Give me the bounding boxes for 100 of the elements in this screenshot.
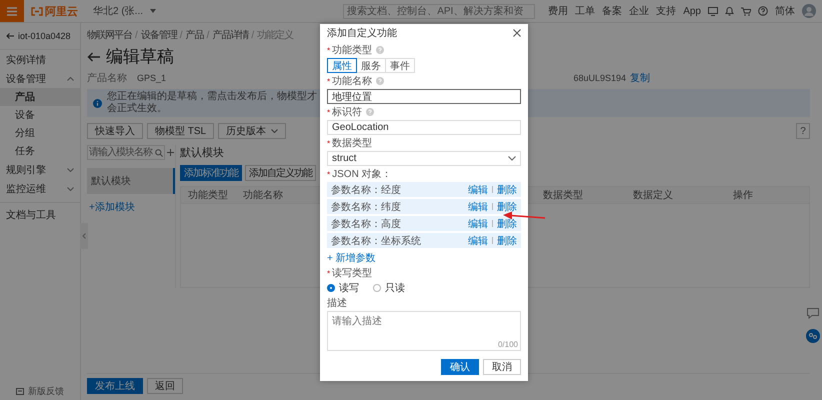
module-search-field[interactable]: 请输入模块名称 (87, 145, 165, 160)
close-icon[interactable] (513, 29, 521, 37)
param-name: 参数名称：高度 (331, 218, 402, 230)
product-key: 68uUL9S194 (573, 73, 626, 83)
nav-link[interactable]: 支持 (656, 4, 676, 18)
edit-link[interactable]: 编辑 (468, 216, 488, 230)
breadcrumb-link[interactable]: 物联网平台 (87, 28, 132, 42)
sidebar-subitem[interactable]: 设备 (0, 106, 80, 124)
language-link[interactable]: 简体 (775, 4, 795, 18)
breadcrumb-link[interactable]: 设备管理 (140, 28, 177, 42)
search-field[interactable]: 搜索文档、控制台、API、解决方案和资 (343, 4, 536, 18)
screen-icon[interactable] (708, 6, 718, 16)
module-item[interactable]: 默认模块 (87, 168, 175, 194)
logo-text: 阿里云 (45, 4, 78, 18)
nav-link[interactable]: App (683, 6, 701, 16)
field-label: 标识符 (332, 106, 362, 119)
chevron-icon (508, 156, 516, 161)
menu-button[interactable] (0, 0, 24, 22)
action-button[interactable]: 添加标准功能 (180, 165, 242, 181)
footer-button[interactable]: 返回 (147, 378, 183, 394)
copy-link[interactable]: 复制 (630, 71, 650, 85)
search-icon (155, 149, 163, 157)
field-label: 描述 (327, 296, 347, 310)
info-icon (93, 98, 102, 108)
field-label: JSON 对象： (332, 168, 392, 181)
product-name: GPS_1 (137, 73, 166, 83)
chevron-icon (271, 129, 278, 133)
logo-icon (31, 6, 43, 16)
sidebar-subitem[interactable]: 产品 (0, 88, 80, 106)
edit-link[interactable]: 编辑 (468, 234, 488, 248)
param-name: 参数名称：坐标系统 (331, 234, 422, 248)
sidebar-item[interactable]: 监控运维 (0, 180, 80, 198)
nav-link[interactable]: 工单 (575, 4, 596, 18)
back-arrow-icon[interactable] (87, 52, 100, 62)
page-title: 编辑草稿 (106, 46, 174, 68)
help-button[interactable]: ? (796, 123, 810, 139)
segment-tab[interactable]: 服务 (356, 58, 386, 73)
column-header: 功能类型 (188, 188, 228, 202)
field-label: 功能类型 (332, 44, 372, 57)
dialog-button[interactable]: 确认 (441, 359, 479, 375)
data-type-select[interactable]: struct (327, 151, 521, 166)
nav-link[interactable]: 费用 (548, 4, 568, 18)
sidebar-item[interactable]: 设备管理 (0, 70, 80, 88)
nav-link[interactable]: 备案 (602, 4, 622, 18)
breadcrumb-link[interactable]: 产品 (186, 28, 204, 42)
footer-button[interactable]: 发布上线 (87, 378, 143, 394)
add-param-link[interactable]: + 新增参数 (327, 251, 376, 265)
breadcrumb-separator: / (180, 30, 183, 40)
breadcrumb-separator: / (251, 30, 254, 40)
toolbar-button[interactable]: 物模型 TSL (147, 123, 214, 139)
dialog-button[interactable]: 取消 (483, 359, 521, 375)
delete-link[interactable]: 删除 (497, 182, 517, 196)
column-header: 数据定义 (633, 188, 673, 202)
nav-link[interactable]: 企业 (629, 4, 650, 18)
breadcrumb-separator: / (206, 30, 210, 40)
required-mark: * (327, 138, 330, 148)
radio-button[interactable] (327, 284, 335, 292)
edit-link[interactable]: 编辑 (468, 182, 488, 196)
sidebar-subitem[interactable]: 分组 (0, 124, 80, 142)
field-label: 功能名称 (332, 74, 372, 88)
char-counter: 0/100 (498, 340, 518, 349)
radio-button[interactable] (373, 284, 381, 292)
help-icon[interactable] (758, 6, 768, 16)
sidebar-item[interactable]: 规则引擎 (0, 161, 80, 179)
radio-option[interactable]: 读写 (327, 281, 359, 295)
segment-tab[interactable]: 事件 (385, 58, 415, 73)
segment-tab[interactable]: 属性 (327, 58, 357, 73)
field-label: 读写类型 (332, 266, 372, 280)
instance-name: iot-010a0428 (18, 31, 71, 41)
toolbar-button[interactable]: 快速导入 (87, 123, 143, 139)
breadcrumb-link[interactable]: 产品详情 (212, 28, 248, 42)
param-name: 参数名称：纬度 (331, 200, 402, 214)
cart-icon[interactable] (741, 6, 751, 16)
edit-link[interactable]: 编辑 (468, 200, 488, 214)
add-module-link[interactable]: +添加模块 (87, 200, 175, 214)
required-mark: * (327, 170, 330, 178)
banner-text: 您正在编辑的是草稿，需点击发布后，物模型才会正式生效。 (107, 91, 318, 115)
required-mark: * (327, 46, 330, 54)
toolbar-button[interactable]: 历史版本 (218, 123, 286, 139)
feedback-link[interactable]: 新版反馈 (28, 384, 64, 398)
delete-link[interactable]: 删除 (497, 216, 517, 230)
radio-option[interactable]: 只读 (373, 281, 405, 295)
sidebar-item[interactable]: 实例详情 (0, 51, 80, 69)
sidebar-collapse-handle[interactable] (80, 223, 88, 249)
region-selector[interactable]: 华北2 (张... (93, 4, 144, 18)
bell-icon[interactable] (725, 6, 734, 16)
text-field[interactable]: GeoLocation (327, 120, 521, 135)
required-mark: * (327, 76, 330, 86)
menu-icon (7, 6, 17, 16)
action-button[interactable]: 添加自定义功能 (245, 165, 316, 181)
text-field[interactable]: 地理位置 (327, 89, 521, 104)
delete-link[interactable]: 删除 (497, 234, 517, 248)
sidebar-subitem[interactable]: 任务 (0, 142, 80, 160)
sidebar-item[interactable]: 文档与工具 (0, 202, 80, 227)
plus-icon[interactable] (167, 149, 174, 156)
pointer-arrow (503, 211, 545, 221)
delete-link[interactable]: 删除 (497, 200, 517, 214)
chat-icon[interactable] (807, 308, 819, 319)
column-header: 数据类型 (543, 188, 583, 202)
back-arrow-icon[interactable] (6, 33, 14, 39)
